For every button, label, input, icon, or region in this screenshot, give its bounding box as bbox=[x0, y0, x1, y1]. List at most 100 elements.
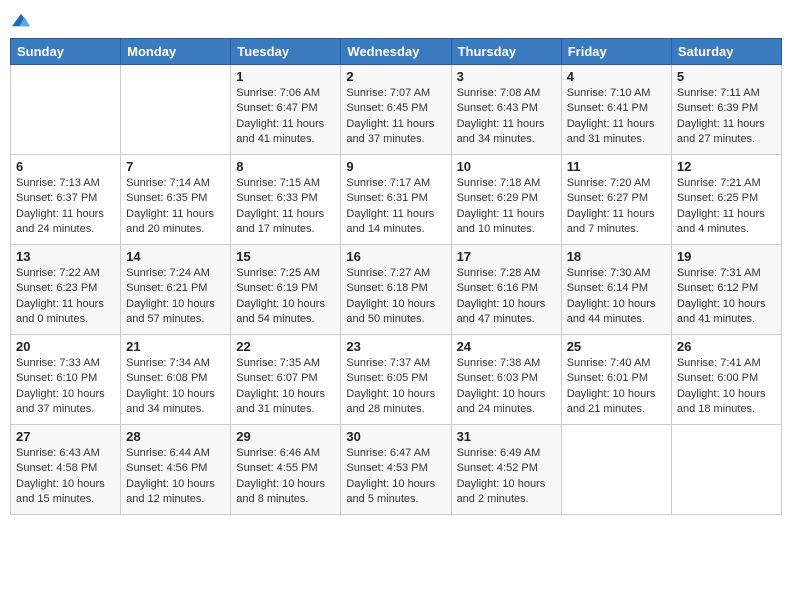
day-number: 18 bbox=[567, 249, 666, 264]
calendar-row: 6 Sunrise: 7:13 AM Sunset: 6:37 PM Daylig… bbox=[11, 154, 782, 244]
day-info: Sunrise: 7:41 AM Sunset: 6:00 PM Dayligh… bbox=[677, 356, 776, 418]
day-number: 26 bbox=[677, 339, 776, 354]
calendar-body: 1Sunrise: 7:06 AM Sunset: 6:47 PM Daylig… bbox=[11, 64, 782, 514]
day-number: 24 bbox=[457, 339, 556, 354]
calendar-table: SundayMondayTuesdayWednesdayThursdayFrid… bbox=[10, 38, 782, 515]
calendar-cell: 31 Sunrise: 6:49 AM Sunset: 4:52 PM Dayli… bbox=[451, 424, 561, 514]
day-info: Sunrise: 7:40 AM Sunset: 6:01 PM Dayligh… bbox=[567, 356, 666, 418]
calendar-cell: 16 Sunrise: 7:27 AM Sunset: 6:18 PM Dayli… bbox=[341, 244, 451, 334]
calendar-cell: 22Sunrise: 7:35 AM Sunset: 6:07 PM Dayli… bbox=[231, 334, 341, 424]
day-number: 29 bbox=[236, 429, 335, 444]
calendar-cell: 30Sunrise: 6:47 AM Sunset: 4:53 PM Dayli… bbox=[341, 424, 451, 514]
day-number: 23 bbox=[346, 339, 445, 354]
day-info: Sunrise: 7:11 AM Sunset: 6:39 PM Dayligh… bbox=[677, 86, 776, 148]
day-info: Sunrise: 7:07 AM Sunset: 6:45 PM Dayligh… bbox=[346, 86, 445, 148]
page-header bbox=[10, 10, 782, 30]
calendar-cell: 12 Sunrise: 7:21 AM Sunset: 6:25 PM Dayli… bbox=[671, 154, 781, 244]
day-number: 19 bbox=[677, 249, 776, 264]
day-info: Sunrise: 7:24 AM Sunset: 6:21 PM Dayligh… bbox=[126, 266, 225, 328]
calendar-cell: 8 Sunrise: 7:15 AM Sunset: 6:33 PM Daylig… bbox=[231, 154, 341, 244]
day-number: 11 bbox=[567, 159, 666, 174]
day-info: Sunrise: 7:33 AM Sunset: 6:10 PM Dayligh… bbox=[16, 356, 115, 418]
day-info: Sunrise: 6:49 AM Sunset: 4:52 PM Dayligh… bbox=[457, 446, 556, 508]
calendar-row: 1Sunrise: 7:06 AM Sunset: 6:47 PM Daylig… bbox=[11, 64, 782, 154]
calendar-cell: 17 Sunrise: 7:28 AM Sunset: 6:16 PM Dayli… bbox=[451, 244, 561, 334]
day-number: 12 bbox=[677, 159, 776, 174]
calendar-cell: 11Sunrise: 7:20 AM Sunset: 6:27 PM Dayli… bbox=[561, 154, 671, 244]
calendar-cell: 14 Sunrise: 7:24 AM Sunset: 6:21 PM Dayli… bbox=[121, 244, 231, 334]
day-number: 25 bbox=[567, 339, 666, 354]
calendar-cell: 2Sunrise: 7:07 AM Sunset: 6:45 PM Daylig… bbox=[341, 64, 451, 154]
calendar-cell: 23 Sunrise: 7:37 AM Sunset: 6:05 PM Dayli… bbox=[341, 334, 451, 424]
day-number: 14 bbox=[126, 249, 225, 264]
day-info: Sunrise: 7:06 AM Sunset: 6:47 PM Dayligh… bbox=[236, 86, 335, 148]
day-number: 3 bbox=[457, 69, 556, 84]
logo bbox=[10, 10, 30, 30]
day-number: 5 bbox=[677, 69, 776, 84]
weekday-header: Saturday bbox=[671, 38, 781, 64]
day-number: 6 bbox=[16, 159, 115, 174]
calendar-cell: 20Sunrise: 7:33 AM Sunset: 6:10 PM Dayli… bbox=[11, 334, 121, 424]
day-number: 9 bbox=[346, 159, 445, 174]
day-number: 8 bbox=[236, 159, 335, 174]
day-info: Sunrise: 7:10 AM Sunset: 6:41 PM Dayligh… bbox=[567, 86, 666, 148]
weekday-header: Friday bbox=[561, 38, 671, 64]
calendar-cell: 19Sunrise: 7:31 AM Sunset: 6:12 PM Dayli… bbox=[671, 244, 781, 334]
day-info: Sunrise: 7:30 AM Sunset: 6:14 PM Dayligh… bbox=[567, 266, 666, 328]
day-number: 4 bbox=[567, 69, 666, 84]
day-info: Sunrise: 7:15 AM Sunset: 6:33 PM Dayligh… bbox=[236, 176, 335, 238]
calendar-cell: 24 Sunrise: 7:38 AM Sunset: 6:03 PM Dayli… bbox=[451, 334, 561, 424]
day-info: Sunrise: 7:18 AM Sunset: 6:29 PM Dayligh… bbox=[457, 176, 556, 238]
day-number: 15 bbox=[236, 249, 335, 264]
day-number: 31 bbox=[457, 429, 556, 444]
calendar-cell bbox=[121, 64, 231, 154]
day-info: Sunrise: 7:21 AM Sunset: 6:25 PM Dayligh… bbox=[677, 176, 776, 238]
calendar-cell: 4 Sunrise: 7:10 AM Sunset: 6:41 PM Daylig… bbox=[561, 64, 671, 154]
day-info: Sunrise: 7:38 AM Sunset: 6:03 PM Dayligh… bbox=[457, 356, 556, 418]
calendar-cell: 13Sunrise: 7:22 AM Sunset: 6:23 PM Dayli… bbox=[11, 244, 121, 334]
weekday-header: Thursday bbox=[451, 38, 561, 64]
calendar-row: 27Sunrise: 6:43 AM Sunset: 4:58 PM Dayli… bbox=[11, 424, 782, 514]
weekday-header: Sunday bbox=[11, 38, 121, 64]
calendar-header: SundayMondayTuesdayWednesdayThursdayFrid… bbox=[11, 38, 782, 64]
calendar-cell: 10 Sunrise: 7:18 AM Sunset: 6:29 PM Dayli… bbox=[451, 154, 561, 244]
calendar-cell: 18 Sunrise: 7:30 AM Sunset: 6:14 PM Dayli… bbox=[561, 244, 671, 334]
logo-icon bbox=[12, 13, 30, 27]
weekday-header: Wednesday bbox=[341, 38, 451, 64]
day-number: 27 bbox=[16, 429, 115, 444]
day-info: Sunrise: 7:13 AM Sunset: 6:37 PM Dayligh… bbox=[16, 176, 115, 238]
day-number: 10 bbox=[457, 159, 556, 174]
day-info: Sunrise: 7:08 AM Sunset: 6:43 PM Dayligh… bbox=[457, 86, 556, 148]
weekday-header: Tuesday bbox=[231, 38, 341, 64]
calendar-cell: 6 Sunrise: 7:13 AM Sunset: 6:37 PM Daylig… bbox=[11, 154, 121, 244]
calendar-cell: 27Sunrise: 6:43 AM Sunset: 4:58 PM Dayli… bbox=[11, 424, 121, 514]
day-info: Sunrise: 6:47 AM Sunset: 4:53 PM Dayligh… bbox=[346, 446, 445, 508]
calendar-row: 13Sunrise: 7:22 AM Sunset: 6:23 PM Dayli… bbox=[11, 244, 782, 334]
calendar-cell: 9 Sunrise: 7:17 AM Sunset: 6:31 PM Daylig… bbox=[341, 154, 451, 244]
calendar-cell: 21 Sunrise: 7:34 AM Sunset: 6:08 PM Dayli… bbox=[121, 334, 231, 424]
calendar-cell: 28Sunrise: 6:44 AM Sunset: 4:56 PM Dayli… bbox=[121, 424, 231, 514]
calendar-row: 20Sunrise: 7:33 AM Sunset: 6:10 PM Dayli… bbox=[11, 334, 782, 424]
day-info: Sunrise: 7:34 AM Sunset: 6:08 PM Dayligh… bbox=[126, 356, 225, 418]
calendar-cell bbox=[561, 424, 671, 514]
day-info: Sunrise: 7:27 AM Sunset: 6:18 PM Dayligh… bbox=[346, 266, 445, 328]
calendar-cell bbox=[671, 424, 781, 514]
day-number: 17 bbox=[457, 249, 556, 264]
calendar-cell bbox=[11, 64, 121, 154]
calendar-cell: 7 Sunrise: 7:14 AM Sunset: 6:35 PM Daylig… bbox=[121, 154, 231, 244]
day-number: 28 bbox=[126, 429, 225, 444]
day-number: 7 bbox=[126, 159, 225, 174]
day-info: Sunrise: 7:14 AM Sunset: 6:35 PM Dayligh… bbox=[126, 176, 225, 238]
header-row: SundayMondayTuesdayWednesdayThursdayFrid… bbox=[11, 38, 782, 64]
day-info: Sunrise: 7:25 AM Sunset: 6:19 PM Dayligh… bbox=[236, 266, 335, 328]
calendar-cell: 26 Sunrise: 7:41 AM Sunset: 6:00 PM Dayli… bbox=[671, 334, 781, 424]
day-number: 22 bbox=[236, 339, 335, 354]
day-number: 16 bbox=[346, 249, 445, 264]
day-info: Sunrise: 7:28 AM Sunset: 6:16 PM Dayligh… bbox=[457, 266, 556, 328]
day-info: Sunrise: 7:37 AM Sunset: 6:05 PM Dayligh… bbox=[346, 356, 445, 418]
day-info: Sunrise: 7:17 AM Sunset: 6:31 PM Dayligh… bbox=[346, 176, 445, 238]
weekday-header: Monday bbox=[121, 38, 231, 64]
calendar-cell: 29Sunrise: 6:46 AM Sunset: 4:55 PM Dayli… bbox=[231, 424, 341, 514]
day-number: 21 bbox=[126, 339, 225, 354]
calendar-cell: 5 Sunrise: 7:11 AM Sunset: 6:39 PM Daylig… bbox=[671, 64, 781, 154]
